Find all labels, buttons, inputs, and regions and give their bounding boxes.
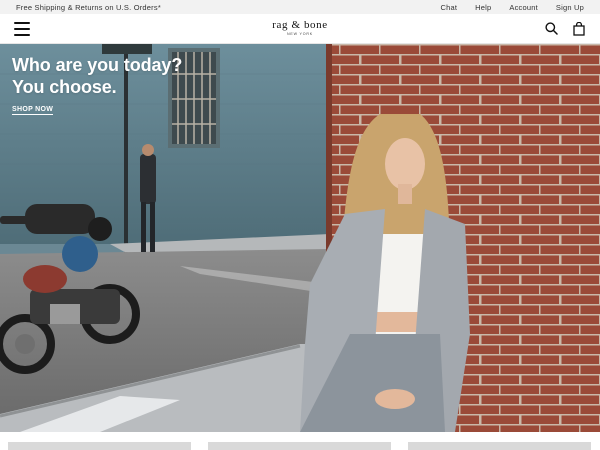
product-tile[interactable] [208, 442, 391, 450]
brand-logo[interactable]: rag & bone NEW YORK [272, 19, 327, 36]
product-tile[interactable] [8, 442, 191, 450]
site-header: rag & bone NEW YORK [0, 14, 600, 44]
help-link[interactable]: Help [475, 3, 491, 12]
chat-link[interactable]: Chat [441, 3, 458, 12]
account-link[interactable]: Account [509, 3, 538, 12]
header-actions [544, 21, 586, 36]
hamburger-menu-icon[interactable] [14, 21, 30, 36]
product-grid-preview [0, 432, 600, 450]
hero-headline: Who are you today? You choose. [12, 55, 183, 97]
product-tile[interactable] [408, 442, 591, 450]
sign-up-link[interactable]: Sign Up [556, 3, 584, 12]
utility-bar: Free Shipping & Returns on U.S. Orders* … [0, 0, 600, 14]
promo-text: Free Shipping & Returns on U.S. Orders* [16, 2, 161, 12]
hero-copy: Who are you today? You choose. SHOP NOW [12, 54, 182, 116]
brand-name: rag & bone [272, 19, 328, 31]
search-icon[interactable] [544, 22, 558, 36]
utility-links: Chat Help Account Sign Up [441, 3, 584, 12]
shopping-bag-icon[interactable] [572, 21, 586, 36]
brand-subtitle: NEW YORK [287, 32, 313, 36]
shop-now-link[interactable]: SHOP NOW [12, 106, 54, 115]
hero-banner[interactable]: Who are you today? You choose. SHOP NOW [0, 44, 600, 432]
